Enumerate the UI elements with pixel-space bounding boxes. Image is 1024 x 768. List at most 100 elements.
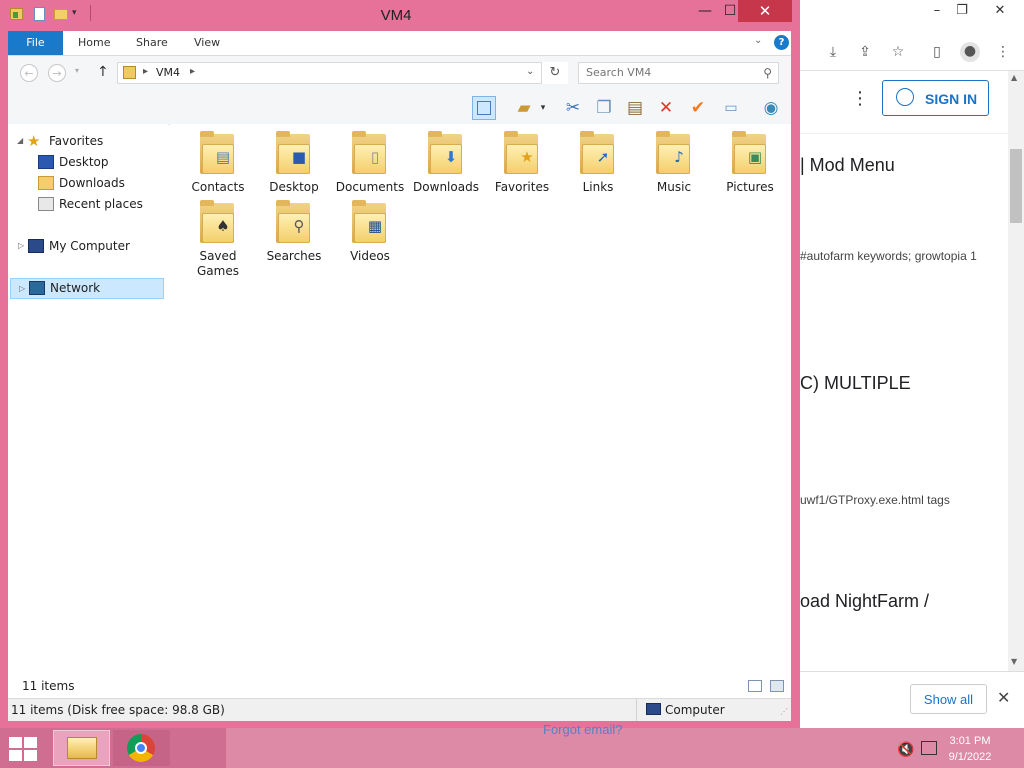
nav-my-computer[interactable]: ▷ My Computer xyxy=(8,236,168,256)
tab-file[interactable]: File xyxy=(8,31,63,55)
taskbar-file-explorer[interactable] xyxy=(53,730,110,766)
minimize-icon[interactable]: — xyxy=(690,0,720,22)
back-icon[interactable]: ← xyxy=(20,64,38,82)
address-row: ← → ▾ ↑ ▸ VM4 ▸ ⌄ ↻ ⚲ xyxy=(8,56,791,92)
forgot-email-link[interactable]: Forgot email? xyxy=(543,722,622,737)
profile-avatar-icon[interactable]: ● xyxy=(960,42,980,62)
tab-share[interactable]: Share xyxy=(136,31,168,55)
breadcrumb-chevron-icon[interactable]: ▸ xyxy=(190,66,195,77)
search-icon[interactable]: ⚲ xyxy=(763,66,772,80)
folder-downloads[interactable]: ⬇ Downloads xyxy=(410,130,482,195)
restore-icon[interactable]: ❐ xyxy=(947,0,977,22)
browser-toolbar: ⤓ ⇪ ☆ ▯ ● ⋮ xyxy=(800,34,1024,71)
checkmark-icon[interactable]: ✔ xyxy=(686,96,710,120)
address-bar[interactable]: ▸ VM4 ▸ ⌄ xyxy=(117,62,568,84)
folder-links[interactable]: ➚ Links xyxy=(562,130,634,195)
folder-label: Desktop xyxy=(269,180,319,194)
paste-icon[interactable]: ▤ xyxy=(623,96,647,120)
close-download-bar-icon[interactable]: ✕ xyxy=(997,688,1010,707)
nav-recent-places[interactable]: Recent places xyxy=(8,194,168,214)
browser-menu-icon[interactable]: ⋮ xyxy=(994,43,1012,61)
browser-scrollbar[interactable]: ▲ ▼ xyxy=(1008,71,1024,671)
network-tray-icon[interactable] xyxy=(921,741,937,755)
rename-icon[interactable]: ▭ xyxy=(719,96,743,120)
dropdown-arrow-icon[interactable]: ▾ xyxy=(538,96,548,120)
copy-icon[interactable]: ❐ xyxy=(592,96,616,120)
resize-grip-icon[interactable]: ⋰ xyxy=(780,707,788,716)
nav-label: Recent places xyxy=(59,197,143,211)
nav-label: Downloads xyxy=(59,176,125,190)
close-icon[interactable]: ✕ xyxy=(738,0,792,22)
folder-pictures[interactable]: ▣ Pictures xyxy=(714,130,786,195)
system-clock[interactable]: 3:01 PM 9/1/2022 xyxy=(940,733,1000,765)
search-input[interactable] xyxy=(586,66,756,79)
search-box[interactable]: ⚲ xyxy=(578,62,779,84)
refresh-icon[interactable]: ↻ xyxy=(541,62,568,84)
folder-favorites[interactable]: ★ Favorites xyxy=(486,130,558,195)
expand-icon[interactable]: ▷ xyxy=(18,236,24,256)
expand-ribbon-icon[interactable]: ⌄ xyxy=(754,35,762,46)
taskbar-chrome[interactable] xyxy=(113,730,170,766)
window-title: VM4 xyxy=(380,7,412,24)
nav-network[interactable]: ▷ Network xyxy=(10,278,164,299)
music-note-icon: ♪ xyxy=(654,130,694,178)
downloads-icon: ⬇ xyxy=(426,130,466,178)
nav-desktop[interactable]: Desktop xyxy=(8,152,168,172)
site-menu-icon[interactable]: ⋮ xyxy=(851,88,869,109)
share-icon[interactable]: ⇪ xyxy=(856,43,874,61)
address-dropdown-icon[interactable]: ⌄ xyxy=(526,66,534,77)
disk-free-space: 11 items (Disk free space: 98.8 GB) xyxy=(11,703,225,717)
delete-icon[interactable]: ✕ xyxy=(654,96,678,120)
collapse-icon[interactable]: ◢ xyxy=(17,131,23,151)
file-list: ▤ Contacts ■ Desktop ▯ Documents ⬇ Downl… xyxy=(170,124,791,677)
sign-in-button[interactable]: SIGN IN xyxy=(882,80,989,116)
downloads-folder-icon xyxy=(38,176,54,190)
computer-icon xyxy=(646,703,661,715)
cut-icon[interactable]: ✂ xyxy=(561,96,585,120)
nav-label: My Computer xyxy=(49,239,130,253)
folder-options-icon[interactable]: ▰ xyxy=(512,96,536,120)
tab-view[interactable]: View xyxy=(194,31,220,55)
folder-contacts[interactable]: ▤ Contacts xyxy=(182,130,254,195)
result-title[interactable]: | Mod Menu xyxy=(800,155,895,176)
ribbon-tabs: File Home Share View ⌄ ? xyxy=(8,31,791,56)
result-title[interactable]: C) MULTIPLE xyxy=(800,373,911,394)
large-icons-view-icon[interactable] xyxy=(770,680,784,692)
up-arrow-icon[interactable]: ↑ xyxy=(97,64,109,80)
result-tags: uwf1/GTProxy.exe.html tags xyxy=(800,493,950,507)
user-circle-icon xyxy=(896,88,914,106)
folder-videos[interactable]: ▦ Videos xyxy=(334,199,406,264)
nav-favorites[interactable]: ◢ ★ Favorites xyxy=(8,131,168,151)
breadcrumb-chevron-icon[interactable]: ▸ xyxy=(143,66,148,77)
muted-speaker-icon[interactable]: 🔇 xyxy=(897,742,914,758)
folder-label: Links xyxy=(582,180,614,194)
scroll-up-icon[interactable]: ▲ xyxy=(1011,73,1017,82)
breadcrumb-vm4[interactable]: VM4 xyxy=(156,66,180,79)
network-globe-icon[interactable]: ◉ xyxy=(759,96,783,120)
folder-desktop[interactable]: ■ Desktop xyxy=(258,130,330,195)
close-icon[interactable]: ✕ xyxy=(985,0,1015,22)
folder-saved-games[interactable]: ♠ Saved Games xyxy=(182,199,254,279)
folder-searches[interactable]: ⚲ Searches xyxy=(258,199,330,264)
windows-start-icon[interactable] xyxy=(9,737,39,761)
help-icon[interactable]: ? xyxy=(774,35,789,50)
nav-downloads[interactable]: Downloads xyxy=(8,173,168,193)
bookmark-star-icon[interactable]: ☆ xyxy=(889,43,907,61)
install-icon[interactable]: ⤓ xyxy=(824,43,842,61)
folder-documents[interactable]: ▯ Documents xyxy=(334,130,406,195)
clock-time: 3:01 PM xyxy=(949,735,991,747)
result-title[interactable]: oad NightFarm / xyxy=(800,591,929,612)
desktop-icon: ■ xyxy=(274,130,314,178)
layout-pane-icon[interactable] xyxy=(472,96,496,120)
details-view-icon[interactable] xyxy=(748,680,762,692)
scroll-down-icon[interactable]: ▼ xyxy=(1011,657,1017,666)
scrollbar-thumb[interactable] xyxy=(1010,149,1022,223)
expand-icon[interactable]: ▷ xyxy=(19,279,25,299)
recent-locations-icon[interactable]: ▾ xyxy=(75,66,79,75)
folder-music[interactable]: ♪ Music xyxy=(638,130,710,195)
maximize-icon[interactable]: ☐ xyxy=(721,0,739,22)
side-panel-icon[interactable]: ▯ xyxy=(928,43,946,61)
forward-icon[interactable]: → xyxy=(48,64,66,82)
tab-home[interactable]: Home xyxy=(78,31,110,55)
show-all-button[interactable]: Show all xyxy=(910,684,987,714)
